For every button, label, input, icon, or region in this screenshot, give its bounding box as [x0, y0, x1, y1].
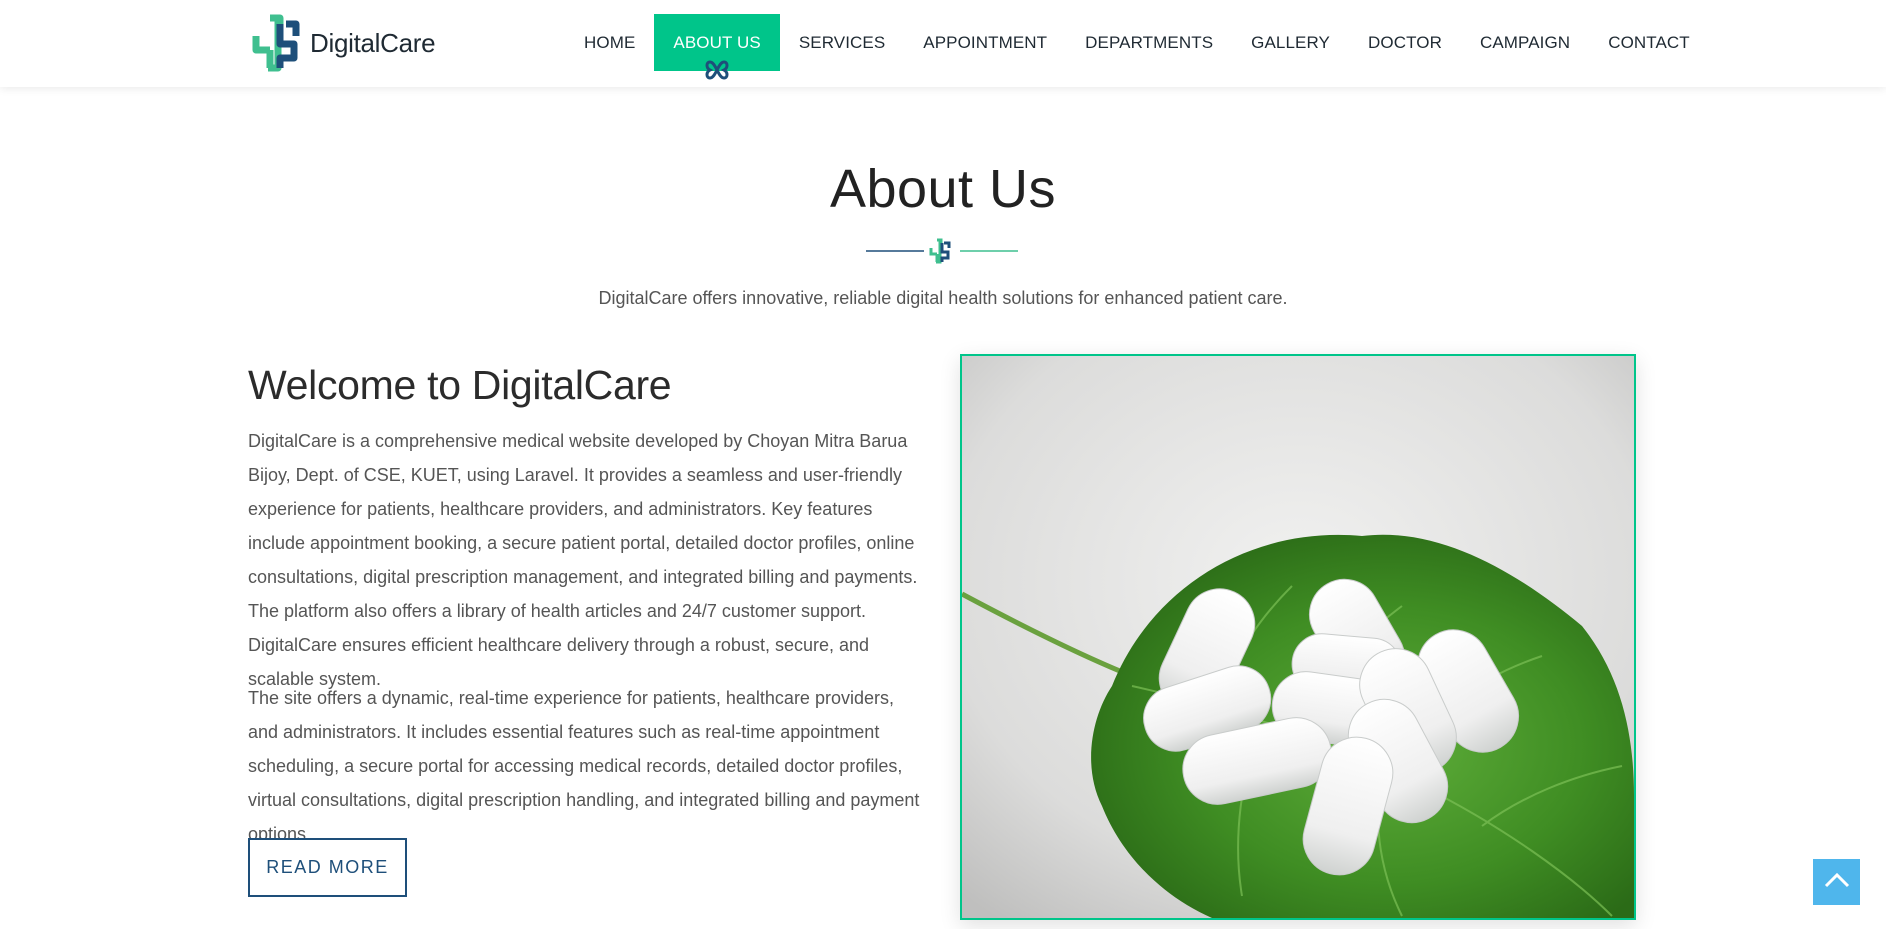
welcome-heading: Welcome to DigitalCare	[248, 362, 672, 408]
scroll-to-top-button[interactable]	[1813, 859, 1860, 905]
about-paragraph-2: The site offers a dynamic, real-time exp…	[248, 688, 920, 844]
nav-item-campaign[interactable]: CAMPAIGN	[1461, 14, 1589, 71]
about-image	[960, 354, 1636, 920]
read-more-button[interactable]: READ MORE	[248, 838, 407, 897]
nav-item-label: ABOUT US	[673, 32, 761, 52]
nav-item-gallery[interactable]: GALLERY	[1232, 14, 1349, 71]
nav-item-services[interactable]: SERVICES	[780, 14, 904, 71]
nav-item-departments[interactable]: DEPARTMENTS	[1066, 14, 1232, 71]
section-title: About Us	[829, 159, 1057, 219]
brand-name: DigitalCare	[310, 27, 436, 58]
site-header: DigitalCare HOME ABOUT US SERVICES APPOI…	[0, 0, 1886, 87]
medical-cross-icon	[929, 238, 951, 264]
nav-item-contact[interactable]: CONTACT	[1589, 14, 1709, 71]
nav-item-about-us[interactable]: ABOUT US	[654, 14, 780, 80]
brand-logo-link[interactable]: DigitalCare	[250, 14, 436, 72]
active-indicator-icon	[704, 59, 730, 81]
nav-item-appointment[interactable]: APPOINTMENT	[904, 14, 1066, 71]
chevron-up-icon	[1824, 872, 1850, 893]
about-paragraph-1: DigitalCare is a comprehensive medical w…	[248, 431, 918, 689]
nav-item-doctor[interactable]: DOCTOR	[1349, 14, 1461, 71]
section-subtitle: DigitalCare offers innovative, reliable …	[598, 288, 1288, 308]
main-nav: HOME ABOUT US SERVICES APPOINTMENT DEPAR…	[565, 14, 1709, 80]
medical-cross-logo-icon	[250, 14, 308, 72]
nav-item-home[interactable]: HOME	[565, 14, 654, 71]
title-divider	[866, 238, 1018, 264]
